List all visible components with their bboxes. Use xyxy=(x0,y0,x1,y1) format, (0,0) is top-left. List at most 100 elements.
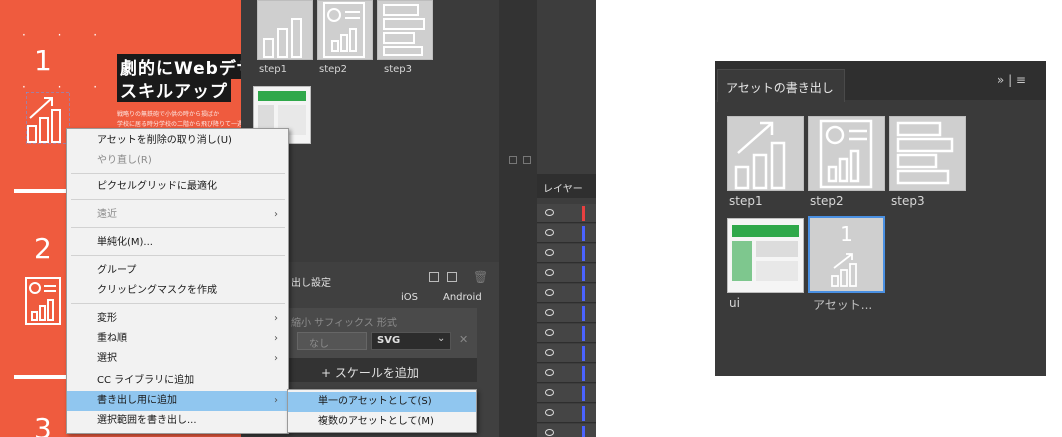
chevron-right-icon: › xyxy=(274,333,278,344)
menu-add-to-cc-library[interactable]: CC ライブラリに追加 xyxy=(67,371,288,391)
add-scale-label: + スケールを追加 xyxy=(321,366,419,380)
layer-row[interactable] xyxy=(537,244,596,263)
layer-color-swatch xyxy=(582,266,585,281)
asset-thumb-step1[interactable] xyxy=(257,0,313,60)
chart-arrow-icon xyxy=(831,253,857,287)
menu-select[interactable]: 選択 › xyxy=(67,349,288,369)
asset-label: step2 xyxy=(319,64,347,75)
artboard-heading-2: スキルアップ xyxy=(117,77,231,102)
list-icon xyxy=(896,121,954,185)
menu-simplify[interactable]: 単純化(M)... xyxy=(67,233,288,253)
layer-row[interactable] xyxy=(537,364,596,383)
menu-redo[interactable]: やり直し(R) xyxy=(67,151,288,171)
menu-item-label: 選択 xyxy=(97,353,117,364)
eye-icon[interactable] xyxy=(545,269,554,276)
menu-item-label: 単純化(M)... xyxy=(97,237,153,248)
panel-gutter xyxy=(499,0,537,437)
duplicate-icon[interactable] xyxy=(447,272,457,282)
layer-color-swatch xyxy=(582,306,585,321)
layer-color-swatch xyxy=(582,286,585,301)
eye-icon[interactable] xyxy=(545,409,554,416)
layer-color-swatch xyxy=(582,206,585,221)
scale-columns-header: 縮小 サフィックス 形式 xyxy=(291,318,397,329)
layer-color-swatch xyxy=(582,246,585,261)
document-chart-icon xyxy=(323,2,365,58)
asset-thumb-step3[interactable] xyxy=(889,116,966,191)
panel-tab[interactable]: アセットの書き出し xyxy=(717,69,845,102)
menu-group[interactable]: グループ xyxy=(67,261,288,281)
menu-item-label: アセットを削除の取り消し(U) xyxy=(97,135,232,146)
step-number: 2 xyxy=(34,232,52,265)
eye-icon[interactable] xyxy=(545,349,554,356)
eye-icon[interactable] xyxy=(545,309,554,316)
suffix-input[interactable] xyxy=(297,332,367,350)
layer-row[interactable] xyxy=(537,344,596,363)
layer-row[interactable] xyxy=(537,284,596,303)
chevron-right-icon: › xyxy=(274,353,278,364)
eye-icon[interactable] xyxy=(545,229,554,236)
eye-icon[interactable] xyxy=(545,329,554,336)
eye-icon[interactable] xyxy=(545,209,554,216)
artboard-heading-1: 劇的にWebデザ xyxy=(117,54,241,79)
asset-thumb-step1[interactable] xyxy=(727,116,804,191)
decorative-dots: · · · xyxy=(22,28,112,42)
trash-icon[interactable]: 🗑 xyxy=(473,270,488,284)
panel-menu-icon[interactable]: » | ≡ xyxy=(997,73,1026,87)
menu-item-label: やり直し(R) xyxy=(97,155,152,166)
menu-arrange[interactable]: 重ね順 › xyxy=(67,329,288,349)
menu-collect-for-export[interactable]: 書き出し用に追加 › xyxy=(67,391,288,411)
menu-as-multiple-assets[interactable]: 複数のアセットとして(M) xyxy=(288,412,476,432)
chevron-down-icon: ⌄ xyxy=(437,333,446,344)
format-value: SVG xyxy=(377,335,401,346)
asset-thumb-ui[interactable] xyxy=(727,218,804,293)
layer-row[interactable] xyxy=(537,424,596,437)
menu-transform[interactable]: 変形 › xyxy=(67,309,288,329)
layers-panel: レイヤー xyxy=(537,0,596,437)
asset-thumb-step2[interactable] xyxy=(317,0,373,60)
menu-as-single-asset[interactable]: 単一のアセットとして(S) xyxy=(288,392,476,412)
menu-item-label: クリッピングマスクを作成 xyxy=(97,285,217,296)
asset-thumb-selected[interactable]: 1 xyxy=(808,216,885,293)
layer-row[interactable] xyxy=(537,384,596,403)
artboard-body-text: 戦略りの無鉄砲で小供の時から損ばか xyxy=(117,111,220,118)
layer-row[interactable] xyxy=(537,324,596,343)
tab-android[interactable]: Android xyxy=(443,292,482,303)
panel-title: アセットの書き出し xyxy=(726,81,834,95)
document-chart-icon xyxy=(819,119,873,189)
asset-thumb-step3[interactable] xyxy=(377,0,433,60)
menu-item-label: グループ xyxy=(97,265,137,276)
eye-icon[interactable] xyxy=(545,429,554,436)
asset-label: step3 xyxy=(891,194,925,208)
eye-icon[interactable] xyxy=(545,389,554,396)
menu-align-pixel-grid[interactable]: ピクセルグリッドに最適化 xyxy=(67,177,288,197)
asset-label: ui xyxy=(729,296,740,310)
asset-thumb-step2[interactable] xyxy=(808,116,885,191)
tab-layers[interactable]: レイヤー xyxy=(543,180,583,195)
step-number: 3 xyxy=(34,412,52,437)
chevron-right-icon: › xyxy=(274,395,278,406)
layer-color-swatch xyxy=(582,226,585,241)
menu-item-label: ピクセルグリッドに最適化 xyxy=(97,181,217,192)
artboard-body-text: 学校に居る時分学校の二階から飛び降りて一週間 xyxy=(117,121,241,128)
asset-label: アセット... xyxy=(813,298,873,312)
layer-row[interactable] xyxy=(537,224,596,243)
eye-icon[interactable] xyxy=(545,369,554,376)
eye-icon[interactable] xyxy=(545,289,554,296)
layer-row[interactable] xyxy=(537,204,596,223)
menu-undo-delete-asset[interactable]: アセットを削除の取り消し(U) xyxy=(67,131,288,151)
close-icon[interactable]: ✕ xyxy=(459,333,468,346)
menu-perspective[interactable]: 遠近 › xyxy=(67,205,288,225)
menu-export-selection[interactable]: 選択範囲を書き出し... xyxy=(67,411,288,431)
add-icon[interactable] xyxy=(429,272,439,282)
illustrator-window: · · · 1 · · · 劇的にWebデザ スキルアップ 戦略りの無鉄砲で小供… xyxy=(0,0,596,437)
layer-row[interactable] xyxy=(537,264,596,283)
list-icon xyxy=(383,4,425,56)
eye-icon[interactable] xyxy=(545,249,554,256)
layer-row[interactable] xyxy=(537,304,596,323)
tab-ios[interactable]: iOS xyxy=(401,292,418,303)
layer-color-swatch xyxy=(582,386,585,401)
layer-row[interactable] xyxy=(537,404,596,423)
menu-make-clipping-mask[interactable]: クリッピングマスクを作成 xyxy=(67,281,288,301)
context-menu: アセットを削除の取り消し(U) やり直し(R) ピクセルグリッドに最適化 遠近 ›… xyxy=(66,128,289,434)
layer-color-swatch xyxy=(582,426,585,437)
